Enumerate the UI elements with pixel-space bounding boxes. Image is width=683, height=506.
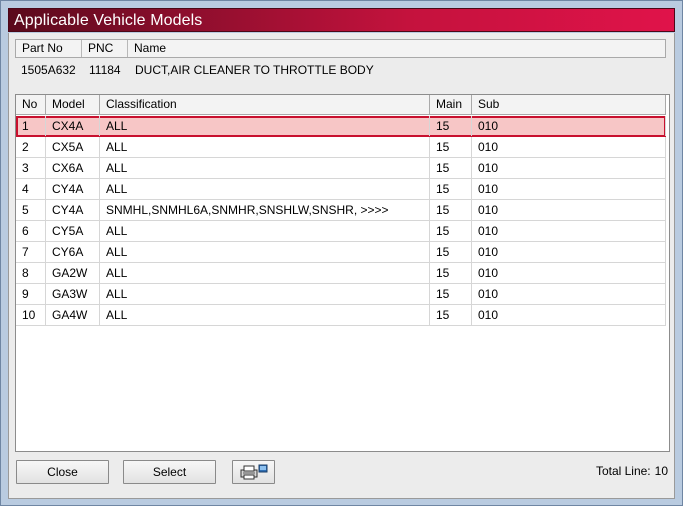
- close-button[interactable]: Close: [16, 460, 109, 484]
- cell-model: CY6A: [46, 242, 100, 262]
- vehicle-models-table[interactable]: No Model Classification Main Sub 1 CX4A …: [15, 94, 670, 452]
- table-rows: 1 CX4A ALL 15 010 2 CX5A ALL 15 010 3 CX…: [16, 116, 666, 326]
- part-info-values: 1505A632 11184 DUCT,AIR CLEANER TO THROT…: [15, 61, 666, 81]
- cell-main: 15: [430, 200, 472, 220]
- cell-sub: 010: [472, 116, 666, 136]
- part-name-value: DUCT,AIR CLEANER TO THROTTLE BODY: [135, 63, 374, 77]
- cell-classification: ALL: [100, 116, 430, 136]
- table-row[interactable]: 1 CX4A ALL 15 010: [16, 116, 666, 137]
- dialog-body: Part No PNC Name 1505A632 11184 DUCT,AIR…: [8, 33, 675, 499]
- cell-no: 3: [16, 158, 46, 178]
- cell-classification: ALL: [100, 137, 430, 157]
- cell-sub: 010: [472, 158, 666, 178]
- cell-sub: 010: [472, 179, 666, 199]
- pnc-value: 11184: [89, 63, 121, 77]
- cell-classification: SNMHL,SNMHL6A,SNMHR,SNSHLW,SNSHR, >>>>: [100, 200, 430, 220]
- cell-model: CY4A: [46, 179, 100, 199]
- cell-sub: 010: [472, 242, 666, 262]
- total-lines: Total Line: 10: [592, 464, 668, 478]
- cell-classification: ALL: [100, 242, 430, 262]
- printer-icon: [240, 464, 268, 480]
- table-row[interactable]: 7 CY6A ALL 15 010: [16, 242, 666, 263]
- cell-classification: ALL: [100, 305, 430, 325]
- cell-main: 15: [430, 179, 472, 199]
- cell-classification: ALL: [100, 263, 430, 283]
- cell-classification: ALL: [100, 158, 430, 178]
- cell-model: GA4W: [46, 305, 100, 325]
- cell-no: 9: [16, 284, 46, 304]
- cell-no: 4: [16, 179, 46, 199]
- table-row[interactable]: 5 CY4A SNMHL,SNMHL6A,SNMHR,SNSHLW,SNSHR,…: [16, 200, 666, 221]
- cell-sub: 010: [472, 263, 666, 283]
- cell-sub: 010: [472, 200, 666, 220]
- select-button[interactable]: Select: [123, 460, 216, 484]
- cell-sub: 010: [472, 137, 666, 157]
- cell-main: 15: [430, 221, 472, 241]
- cell-main: 15: [430, 263, 472, 283]
- cell-classification: ALL: [100, 284, 430, 304]
- table-row[interactable]: 3 CX6A ALL 15 010: [16, 158, 666, 179]
- cell-no: 2: [16, 137, 46, 157]
- cell-no: 8: [16, 263, 46, 283]
- cell-main: 15: [430, 305, 472, 325]
- cell-main: 15: [430, 158, 472, 178]
- column-header-no[interactable]: No: [16, 95, 46, 114]
- total-label: Total Line:: [595, 464, 651, 478]
- cell-classification: ALL: [100, 221, 430, 241]
- pnc-header: PNC: [82, 40, 128, 57]
- cell-no: 6: [16, 221, 46, 241]
- part-no-value: 1505A632: [21, 63, 76, 77]
- dialog-window: Applicable Vehicle Models Part No PNC Na…: [0, 0, 683, 506]
- table-row[interactable]: 9 GA3W ALL 15 010: [16, 284, 666, 305]
- cell-sub: 010: [472, 284, 666, 304]
- part-info-header: Part No PNC Name: [15, 39, 666, 58]
- cell-no: 10: [16, 305, 46, 325]
- total-value: 10: [654, 464, 668, 478]
- table-header: No Model Classification Main Sub: [16, 95, 666, 115]
- cell-no: 5: [16, 200, 46, 220]
- cell-model: CY4A: [46, 200, 100, 220]
- table-row[interactable]: 8 GA2W ALL 15 010: [16, 263, 666, 284]
- table-row[interactable]: 4 CY4A ALL 15 010: [16, 179, 666, 200]
- cell-no: 7: [16, 242, 46, 262]
- cell-main: 15: [430, 242, 472, 262]
- table-row[interactable]: 10 GA4W ALL 15 010: [16, 305, 666, 326]
- cell-classification: ALL: [100, 179, 430, 199]
- cell-model: GA3W: [46, 284, 100, 304]
- cell-sub: 010: [472, 221, 666, 241]
- cell-model: CX5A: [46, 137, 100, 157]
- print-button[interactable]: [232, 460, 275, 484]
- name-header: Name: [134, 41, 167, 55]
- window-title: Applicable Vehicle Models: [14, 12, 203, 29]
- cell-model: CY5A: [46, 221, 100, 241]
- table-row[interactable]: 6 CY5A ALL 15 010: [16, 221, 666, 242]
- cell-model: CX6A: [46, 158, 100, 178]
- cell-main: 15: [430, 137, 472, 157]
- part-no-header: Part No: [16, 40, 82, 57]
- column-header-main[interactable]: Main: [430, 95, 472, 114]
- column-header-model[interactable]: Model: [46, 95, 100, 114]
- title-bar[interactable]: Applicable Vehicle Models: [8, 8, 675, 32]
- cell-no: 1: [16, 116, 46, 136]
- table-row[interactable]: 2 CX5A ALL 15 010: [16, 137, 666, 158]
- cell-model: GA2W: [46, 263, 100, 283]
- column-header-classification[interactable]: Classification: [100, 95, 430, 114]
- cell-sub: 010: [472, 305, 666, 325]
- cell-model: CX4A: [46, 116, 100, 136]
- column-header-sub[interactable]: Sub: [472, 95, 666, 114]
- cell-main: 15: [430, 284, 472, 304]
- cell-main: 15: [430, 116, 472, 136]
